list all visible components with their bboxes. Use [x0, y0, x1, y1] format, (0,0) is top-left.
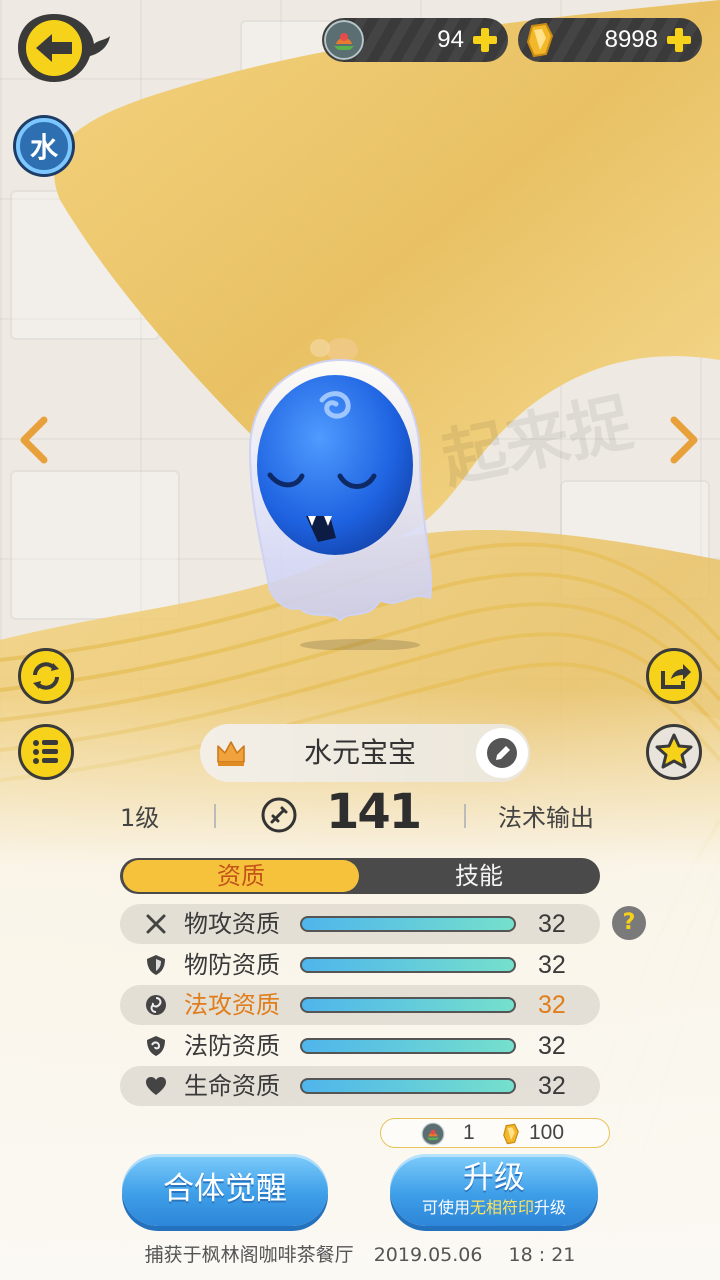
swirl-icon — [146, 995, 166, 1015]
cost-gold: 100 — [529, 1121, 565, 1144]
aptitude-bar — [300, 997, 516, 1013]
next-pet-arrow-icon[interactable] — [664, 412, 706, 468]
upgrade-hint: 可使用无相符印升级 — [421, 1198, 567, 1217]
capture-info: 捕获于枫林阁咖啡茶餐厅 2019.05.06 18 : 21 — [144, 1244, 576, 1266]
heart-icon — [146, 1077, 166, 1095]
share-icon — [661, 664, 691, 689]
pet-level: 1级 — [120, 804, 160, 832]
tab-aptitude[interactable]: 资质 — [123, 860, 359, 892]
aptitude-bar — [300, 1078, 516, 1094]
aptitude-bar — [300, 956, 516, 973]
attr-row-physical-attack: 物攻资质 32 — [120, 904, 600, 944]
pet-name-bar: 水元宝宝 — [200, 724, 530, 782]
star-icon — [655, 733, 693, 769]
gem-orb-icon — [421, 1122, 445, 1146]
divider — [464, 804, 466, 828]
gold-currency: 8998 — [518, 18, 702, 62]
gold-count: 8998 — [604, 26, 658, 53]
gold-crystal-icon — [526, 22, 554, 58]
attr-row-health: 生命资质 32 — [120, 1066, 600, 1106]
cost-gems: 1 — [463, 1121, 475, 1144]
back-arrow-icon — [18, 14, 110, 82]
shield-icon — [147, 954, 165, 975]
awaken-merge-button[interactable]: 合体觉醒 — [122, 1154, 328, 1226]
divider — [214, 804, 216, 828]
tab-skills[interactable]: 技能 — [360, 860, 598, 892]
attr-row-magic-attack: 法攻资质 32 — [120, 985, 600, 1025]
share-button[interactable] — [646, 648, 702, 704]
crown-icon — [217, 741, 245, 766]
element-water-badge: 水 — [16, 118, 72, 174]
help-question-icon[interactable]: ? — [612, 906, 646, 940]
list-button[interactable] — [18, 724, 74, 780]
attr-row-physical-defense: 物防资质 32 — [120, 945, 600, 985]
gem-orb-icon — [324, 20, 364, 60]
pet-role: 法术输出 — [498, 804, 594, 832]
refresh-icon — [33, 662, 59, 690]
magic-shield-icon — [147, 1035, 165, 1056]
pet-model[interactable] — [230, 320, 450, 650]
edit-pencil-icon — [487, 738, 517, 768]
combat-power-icon — [261, 797, 297, 833]
pet-stat-line: 1级 141 法术输出 — [100, 784, 620, 844]
sword-cross-icon — [146, 914, 166, 934]
add-gems-plus-icon[interactable] — [470, 25, 500, 55]
aptitude-list: 物攻资质 32 物防资质 32 法攻资质 32 法防资质 32 生命资质 32 — [120, 904, 600, 1107]
list-icon — [33, 740, 58, 764]
gold-crystal-icon — [503, 1123, 519, 1145]
favorite-button[interactable] — [646, 724, 702, 780]
tab-bar: 资质 技能 — [120, 858, 600, 894]
gem-currency: 94 — [322, 18, 508, 62]
previous-pet-arrow-icon[interactable] — [12, 412, 54, 468]
aptitude-bar — [300, 1037, 516, 1054]
refresh-button[interactable] — [18, 648, 74, 704]
combat-power: 141 — [326, 784, 422, 840]
aptitude-bar — [300, 916, 516, 932]
back-button[interactable] — [14, 10, 112, 86]
upgrade-cost: 1 100 — [380, 1118, 610, 1148]
add-gold-plus-icon[interactable] — [664, 25, 694, 55]
pet-name: 水元宝宝 — [303, 736, 416, 769]
gem-count: 94 — [437, 26, 464, 53]
rename-button[interactable] — [476, 728, 528, 778]
attr-row-magic-defense: 法防资质 32 — [120, 1026, 600, 1066]
upgrade-button[interactable]: 升级 可使用无相符印升级 — [390, 1154, 598, 1226]
